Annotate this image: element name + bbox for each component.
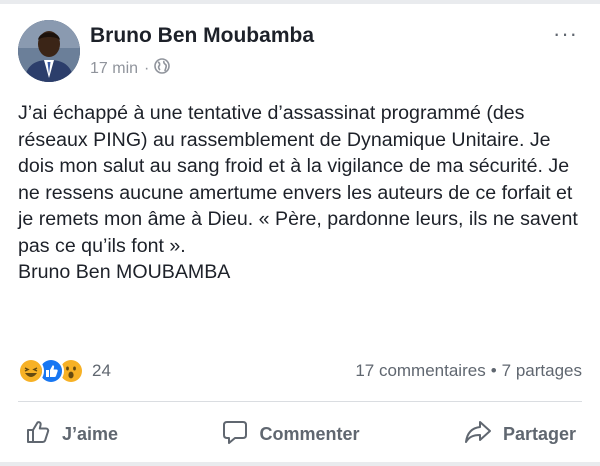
author-name[interactable]: Bruno Ben Moubamba	[90, 24, 314, 48]
post-meta: 17 min ·	[90, 58, 171, 79]
avatar[interactable]	[18, 20, 80, 82]
more-options-button[interactable]: ···	[553, 23, 578, 45]
comments-count[interactable]: 17 commentaires	[355, 361, 485, 381]
meta-separator: ·	[144, 59, 150, 77]
post-card: Bruno Ben Moubamba 17 min · ··· J’ai éch…	[0, 0, 600, 466]
engagement-counts: 17 commentaires • 7 partages	[355, 361, 582, 381]
globe-icon	[154, 58, 171, 79]
post-stats: 24 17 commentaires • 7 partages	[18, 356, 582, 386]
reaction-count: 24	[92, 361, 111, 380]
thumbs-up-icon	[24, 418, 62, 451]
like-label: J’aime	[62, 423, 119, 444]
haha-icon	[18, 358, 44, 384]
post-time[interactable]: 17 min	[90, 60, 138, 78]
comment-button[interactable]: Commenter	[215, 418, 365, 451]
share-button[interactable]: Partager	[457, 418, 582, 451]
shares-count[interactable]: 7 partages	[502, 361, 582, 381]
comment-icon	[221, 418, 259, 451]
post-message: J’ai échappé à une tentative d’assassina…	[18, 102, 578, 257]
reactions-summary[interactable]: 24	[18, 358, 111, 384]
counts-separator: •	[490, 361, 497, 380]
post-body: J’ai échappé à une tentative d’assassina…	[18, 100, 588, 286]
post-signature: Bruno Ben MOUBAMBA	[18, 261, 231, 283]
share-arrow-icon	[463, 418, 503, 451]
comment-label: Commenter	[259, 423, 360, 444]
action-bar: J’aime Commenter Partager	[18, 414, 582, 454]
post-header: Bruno Ben Moubamba 17 min · ···	[18, 20, 582, 86]
share-label: Partager	[502, 423, 576, 444]
divider	[18, 401, 582, 402]
like-button[interactable]: J’aime	[18, 418, 124, 451]
